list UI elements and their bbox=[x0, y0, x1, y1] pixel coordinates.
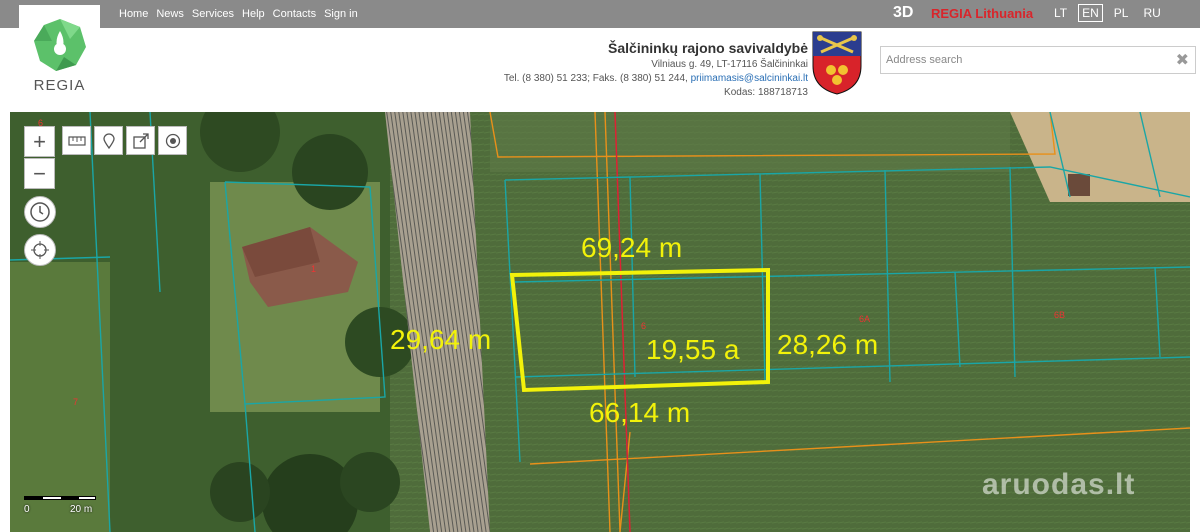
municipality-email[interactable]: priimamasis@salcininkai.lt bbox=[691, 73, 808, 84]
measurement-left: 29,64 m bbox=[390, 324, 492, 355]
municipality-code: Kodas: 188718713 bbox=[724, 87, 808, 98]
watermark: aruodas.lt bbox=[982, 468, 1136, 501]
regia-logo-icon bbox=[34, 19, 86, 71]
brand-name: REGIA Lithuania bbox=[931, 6, 1034, 21]
address-search-input[interactable] bbox=[881, 47, 1171, 73]
nav-home[interactable]: Home bbox=[119, 8, 148, 20]
3d-link[interactable]: 3D bbox=[893, 4, 913, 22]
scale-start-label: 0 bbox=[24, 504, 30, 515]
nav-services[interactable]: Services bbox=[192, 8, 234, 20]
history-button[interactable] bbox=[24, 196, 56, 228]
parcel-label: 1 bbox=[311, 264, 317, 274]
zoom-in-button[interactable]: + bbox=[24, 126, 55, 157]
top-nav-bar: Home News Services Help Contacts Sign in… bbox=[0, 0, 1200, 28]
parcel-label: 6A bbox=[859, 314, 871, 324]
address-search: ✖ bbox=[880, 46, 1196, 74]
nav-sign-in[interactable]: Sign in bbox=[324, 8, 358, 20]
nav-news[interactable]: News bbox=[156, 8, 184, 20]
scale-bar-graphic bbox=[24, 496, 96, 500]
nav-contacts[interactable]: Contacts bbox=[273, 8, 316, 20]
measurement-bottom: 66,14 m bbox=[589, 397, 691, 428]
municipality-address: Vilniaus g. 49, LT-17116 Šalčininkai bbox=[651, 59, 808, 70]
parcel-label: 6 bbox=[641, 321, 647, 331]
municipality-name: Šalčininkų rajono savivaldybė bbox=[608, 40, 808, 56]
marker-button[interactable] bbox=[94, 126, 123, 155]
measurement-area: 19,55 a bbox=[646, 334, 740, 365]
target-icon bbox=[165, 133, 180, 148]
map-view[interactable]: 6 1 6 6A 6B 7 69,24 m 29,64 m 28,26 m 66… bbox=[10, 112, 1190, 532]
measurement-right: 28,26 m bbox=[777, 329, 879, 360]
logo-text: REGIA bbox=[33, 77, 86, 94]
scale-end-label: 20 m bbox=[70, 504, 93, 515]
municipality-contacts: Tel. (8 380) 51 233; Faks. (8 380) 51 24… bbox=[504, 73, 808, 84]
lang-pl[interactable]: PL bbox=[1110, 4, 1133, 22]
nav-help[interactable]: Help bbox=[242, 8, 265, 20]
marker-icon bbox=[102, 132, 115, 149]
target-button[interactable] bbox=[158, 126, 187, 155]
language-switcher: LT EN PL RU bbox=[1050, 4, 1172, 22]
regia-logo[interactable]: REGIA bbox=[19, 5, 100, 96]
main-nav: Home News Services Help Contacts Sign in bbox=[119, 0, 366, 28]
lang-lt[interactable]: LT bbox=[1050, 4, 1071, 22]
close-icon[interactable]: ✖ bbox=[1176, 50, 1189, 70]
scale-bar: 0 20 m bbox=[24, 496, 96, 515]
crosshair-icon bbox=[31, 241, 49, 259]
locate-button[interactable] bbox=[24, 234, 56, 266]
parcel-label: 7 bbox=[73, 397, 79, 407]
export-button[interactable] bbox=[126, 126, 155, 155]
municipality-phones: Tel. (8 380) 51 233; Faks. (8 380) 51 24… bbox=[503, 73, 688, 84]
ruler-button[interactable] bbox=[62, 126, 91, 155]
clock-icon bbox=[30, 202, 50, 222]
zoom-out-button[interactable]: − bbox=[24, 158, 55, 189]
lang-ru[interactable]: RU bbox=[1139, 4, 1164, 22]
lang-en[interactable]: EN bbox=[1078, 4, 1103, 22]
export-icon bbox=[132, 132, 149, 149]
municipality-info: Šalčininkų rajono savivaldybė Vilniaus g… bbox=[504, 40, 808, 98]
ruler-icon bbox=[67, 135, 86, 146]
coat-of-arms-icon bbox=[812, 31, 862, 95]
parcel-label: 6B bbox=[1054, 310, 1066, 320]
measurement-top: 69,24 m bbox=[581, 232, 683, 263]
